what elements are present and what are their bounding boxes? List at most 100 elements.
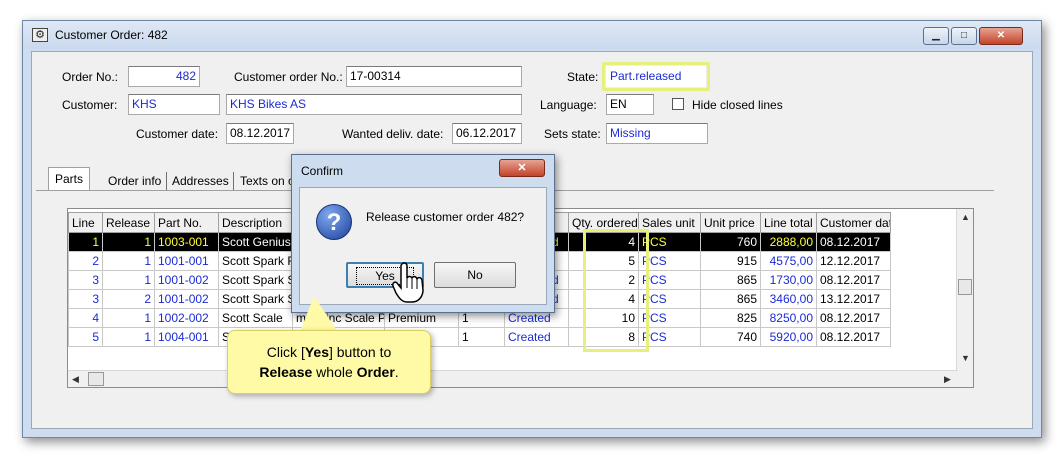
table-cell-part: 1001-002 — [154, 289, 219, 309]
customer-order-no-field[interactable]: 17-00314 — [346, 66, 522, 87]
customer-label: Customer: — [62, 98, 118, 112]
table-cell-desc: Scott Scale — [218, 308, 293, 328]
horizontal-scroll-thumb[interactable] — [88, 372, 104, 386]
title-bar[interactable]: ⚙ Customer Order: 482 ▁ □ ✕ — [23, 21, 1041, 49]
table-cell-release: 1 — [102, 232, 155, 252]
column-header[interactable]: Description — [218, 212, 293, 233]
tab-parts[interactable]: Parts — [48, 167, 91, 190]
scroll-up-icon[interactable]: ▲ — [961, 212, 970, 222]
sets-state-label: Sets state: — [544, 127, 601, 141]
maximize-button[interactable]: □ — [951, 27, 977, 45]
app-icon: ⚙ — [32, 28, 48, 42]
table-cell-release: 1 — [102, 327, 155, 347]
scroll-left-icon[interactable]: ◀ — [72, 374, 79, 385]
hide-closed-label: Hide closed lines — [692, 98, 783, 112]
customer-order-no-label: Customer order No.: — [234, 70, 343, 84]
column-header[interactable]: Line — [68, 212, 103, 233]
table-cell-part: 1003-001 — [154, 232, 219, 252]
customer-code-field[interactable]: KHS — [128, 94, 220, 115]
table-cell-part: 1001-002 — [154, 270, 219, 290]
state-field[interactable]: Part.released — [606, 66, 706, 87]
column-header[interactable]: Release — [102, 212, 155, 233]
vertical-scroll-thumb[interactable] — [958, 279, 972, 295]
state-label: State: — [567, 70, 599, 84]
table-cell-total: 8250,00 — [760, 308, 817, 328]
table-cell-total: 4575,00 — [760, 251, 817, 271]
dialog-message: Release customer order 482? — [366, 210, 525, 224]
callout-pointer — [300, 296, 338, 332]
table-cell-line: 3 — [68, 289, 103, 309]
table-cell-release: 1 — [102, 270, 155, 290]
scroll-down-icon[interactable]: ▼ — [961, 353, 970, 363]
table-cell-price: 865 — [700, 270, 761, 290]
table-cell-line: 1 — [68, 232, 103, 252]
customer-name-field[interactable]: KHS Bikes AS — [226, 94, 522, 115]
callout-text: whole — [312, 364, 357, 380]
table-cell-total: 1730,00 — [760, 270, 817, 290]
table-cell-cdate: 12.12.2017 — [816, 251, 891, 271]
dialog-close-button[interactable]: ✕ — [499, 159, 545, 177]
column-header[interactable]: Line total — [760, 212, 817, 233]
hide-closed-checkbox[interactable] — [672, 98, 684, 110]
table-cell-part: 1002-002 — [154, 308, 219, 328]
sets-state-field[interactable]: Missing — [606, 123, 708, 144]
callout-yes: Yes — [304, 344, 329, 360]
table-cell-release: 1 — [102, 251, 155, 271]
question-icon: ? — [316, 204, 352, 240]
wanted-deliv-label: Wanted deliv. date: — [342, 127, 444, 141]
language-field[interactable]: EN — [606, 94, 654, 115]
no-button[interactable]: No — [434, 262, 516, 288]
tab-separator — [166, 172, 167, 190]
callout-text: . — [394, 364, 399, 380]
table-cell-cdate: 08.12.2017 — [816, 232, 891, 252]
tab-texts[interactable]: Texts on o — [240, 174, 295, 188]
table-cell-desc: Scott Spark S — [218, 270, 293, 290]
table-cell-price: 865 — [700, 289, 761, 309]
table-cell-desc: Scott Genius — [218, 232, 293, 252]
table-cell-cdate: 08.12.2017 — [816, 308, 891, 328]
table-cell-cdate: 08.12.2017 — [816, 327, 891, 347]
customer-date-field[interactable]: 08.12.2017 — [226, 123, 294, 144]
order-no-label: Order No.: — [62, 70, 119, 84]
table-cell-part: 1001-001 — [154, 251, 219, 271]
close-button[interactable]: ✕ — [979, 27, 1023, 45]
tab-addresses[interactable]: Addresses — [172, 174, 229, 188]
instruction-callout: Click [Yes] button to Release whole Orde… — [227, 330, 431, 394]
tab-separator — [233, 172, 234, 190]
column-header[interactable]: Unit price — [700, 212, 761, 233]
dialog-title: Confirm — [301, 164, 344, 178]
vertical-scrollbar[interactable]: ▲ ▼ — [956, 209, 973, 387]
tab-order-info[interactable]: Order info — [108, 174, 161, 188]
table-cell-total: 2888,00 — [760, 232, 817, 252]
callout-text: ] button to — [328, 344, 392, 360]
window-title: Customer Order: 482 — [55, 28, 168, 42]
table-cell-desc: Scott Spark R — [218, 251, 293, 271]
table-cell-part: 1004-001 — [154, 327, 219, 347]
table-cell-cdate: 08.12.2017 — [816, 270, 891, 290]
language-label: Language: — [540, 98, 597, 112]
order-no-field[interactable]: 482 — [128, 66, 200, 87]
table-cell-state: Created — [504, 327, 569, 347]
table-cell-ver: 1 — [458, 327, 505, 347]
table-cell-desc: Scott Spark S — [218, 289, 293, 309]
column-header[interactable]: Part No. — [154, 212, 219, 233]
table-cell-price: 740 — [700, 327, 761, 347]
table-cell-total: 5920,00 — [760, 327, 817, 347]
table-cell-line: 2 — [68, 251, 103, 271]
table-row[interactable]: 511004-001S101Created8PCS7405920,0008.12… — [68, 327, 891, 347]
wanted-deliv-field[interactable]: 06.12.2017 — [452, 123, 522, 144]
callout-release: Release — [259, 364, 313, 380]
minimize-button[interactable]: ▁ — [923, 27, 949, 45]
table-cell-cdate: 13.12.2017 — [816, 289, 891, 309]
table-cell-release: 1 — [102, 308, 155, 328]
customer-date-label: Customer date: — [136, 127, 219, 141]
horizontal-scrollbar[interactable]: ◀ ▶ — [68, 370, 958, 387]
table-cell-price: 915 — [700, 251, 761, 271]
scroll-right-icon[interactable]: ▶ — [944, 374, 951, 385]
table-cell-price: 825 — [700, 308, 761, 328]
column-header[interactable]: Customer dat — [816, 212, 891, 233]
table-cell-line: 4 — [68, 308, 103, 328]
hand-cursor-icon — [392, 262, 424, 303]
callout-order: Order — [356, 364, 395, 380]
table-cell-line: 5 — [68, 327, 103, 347]
